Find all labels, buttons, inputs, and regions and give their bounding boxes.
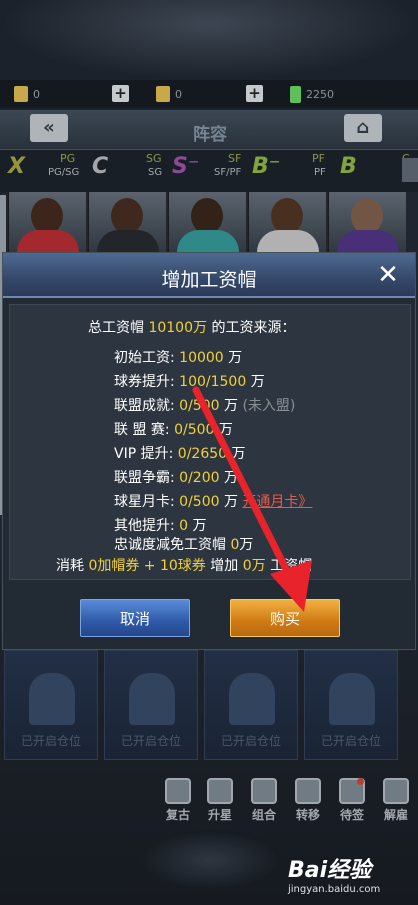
source-unit: 万: [223, 494, 238, 510]
total-value: 10100万: [148, 320, 207, 336]
cash-count: 2250: [306, 87, 334, 101]
source-unit: 万: [192, 518, 207, 534]
ticket-icon: [156, 86, 170, 102]
salary-cap-dialog: 增加工资帽 ✕ 总工资帽 10100万 的工资来源： 初始工资: 10000 万…: [2, 252, 416, 650]
cash-icon: [290, 85, 301, 103]
add-ticket-button-2[interactable]: +: [246, 85, 263, 102]
source-row: 初始工资: 10000 万: [114, 347, 242, 367]
total-cap-line: 总工资帽 10100万 的工资来源：: [88, 317, 295, 337]
source-value: 100/1500: [179, 374, 247, 390]
game-screen: 0 + 0 + 2250 « 阵容 ⌂ X PG PG/SG C SG SG S…: [0, 0, 418, 905]
consume-prefix: 消耗: [56, 558, 84, 574]
source-value: 0/500: [179, 398, 220, 414]
source-unit: 万: [250, 374, 265, 390]
source-label: 联 盟 赛:: [114, 422, 170, 438]
loyalty-row: 忠诚度减免工资帽 0万: [114, 534, 253, 554]
watermark-logo: Bai经验: [288, 858, 372, 883]
consume-line: 消耗 0加帽券 + 10球券 增加 0万 工资帽: [56, 555, 312, 575]
consume-mid: 增加: [210, 558, 239, 574]
source-value: 0/2650: [177, 446, 228, 462]
ticket-count-1: 0: [33, 87, 40, 101]
source-value: 0/500: [179, 494, 220, 510]
source-label: 球星月卡:: [114, 494, 175, 510]
source-value: 0: [179, 518, 189, 534]
source-row: 球券提升: 100/1500 万: [114, 371, 265, 391]
top-background: [0, 0, 418, 80]
cash-resource: 2250: [290, 85, 334, 103]
source-row: 其他提升: 0 万: [114, 515, 207, 535]
source-row: 联 盟 赛: 0/500 万: [114, 419, 233, 439]
source-label: 球券提升:: [114, 374, 175, 390]
source-value: 0/200: [179, 470, 220, 486]
source-label: 联盟成就:: [114, 398, 175, 414]
cancel-button[interactable]: 取消: [80, 599, 190, 637]
source-row: VIP 提升: 0/2650 万: [114, 443, 246, 463]
source-value: 10000: [179, 350, 224, 366]
source-label: VIP 提升:: [114, 446, 174, 462]
ticket-resource-1: 0: [14, 86, 40, 102]
consume-gain: 0万: [242, 558, 266, 574]
source-row: 联盟成就: 0/500 万 (未入盟): [114, 395, 295, 415]
source-row: 联盟争霸: 0/200 万: [114, 467, 238, 487]
source-unit: 万: [231, 446, 246, 462]
dialog-title: 增加工资帽: [161, 269, 257, 291]
source-unit: 万: [223, 470, 238, 486]
consume-cost: 0加帽券 + 10球券: [88, 558, 206, 574]
resource-bar: 0 + 0 + 2250: [0, 80, 418, 108]
dialog-body: 总工资帽 10100万 的工资来源： 初始工资: 10000 万 球券提升: 1…: [9, 304, 411, 580]
ticket-icon: [14, 86, 28, 102]
open-monthly-card-link[interactable]: 开通月卡》: [242, 494, 312, 510]
loyalty-label: 忠诚度减免工资帽: [114, 537, 226, 553]
source-unit: 万: [223, 398, 238, 414]
ticket-count-2: 0: [175, 87, 182, 101]
add-ticket-button-1[interactable]: +: [112, 85, 129, 102]
source-label: 初始工资:: [114, 350, 175, 366]
source-label: 其他提升:: [114, 518, 175, 534]
source-row: 球星月卡: 0/500 万 开通月卡》: [114, 491, 312, 511]
close-icon[interactable]: ✕: [375, 262, 401, 289]
source-unit: 万: [218, 422, 233, 438]
source-unit: 万: [228, 350, 243, 366]
total-prefix: 总工资帽: [88, 320, 144, 336]
buy-button[interactable]: 购买: [230, 599, 340, 637]
consume-suffix: 工资帽: [270, 558, 313, 574]
watermark-url: jingyan.baidu.com: [288, 884, 381, 895]
dialog-header: 增加工资帽 ✕: [3, 253, 415, 298]
source-label: 联盟争霸:: [114, 470, 175, 486]
total-suffix: 的工资来源：: [211, 320, 296, 336]
loyalty-unit: 万: [239, 537, 254, 553]
ticket-resource-2: 0: [156, 86, 182, 102]
not-joined-note: (未入盟): [242, 398, 296, 414]
watermark: Bai经验 jingyan.baidu.com: [288, 852, 408, 902]
source-value: 0/500: [174, 422, 215, 438]
